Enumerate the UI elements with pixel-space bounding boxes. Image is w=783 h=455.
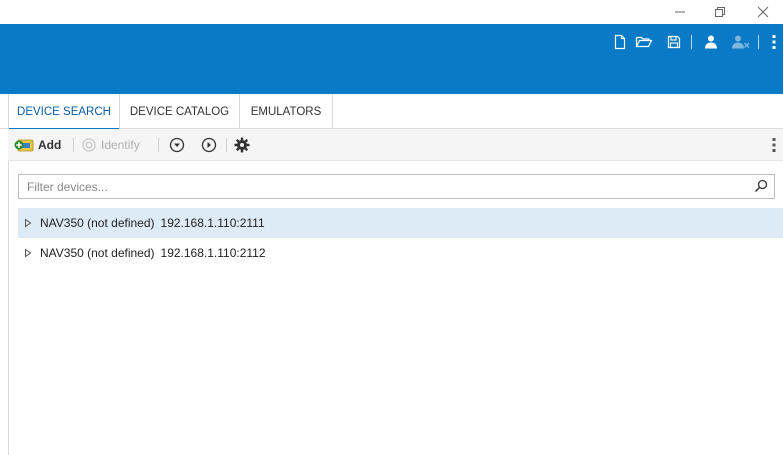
user-remove-icon bbox=[732, 35, 750, 49]
tab-label: DEVICE CATALOG bbox=[129, 105, 230, 118]
header-separator bbox=[691, 35, 692, 49]
device-name: NAV350 (not defined) bbox=[40, 246, 155, 260]
identify-button[interactable]: Identify bbox=[81, 129, 140, 161]
add-device-icon bbox=[14, 139, 34, 152]
play-button[interactable] bbox=[200, 129, 218, 161]
play-circle-icon bbox=[201, 137, 217, 153]
toolbar-separator bbox=[158, 138, 159, 152]
tab-device-catalog[interactable]: DEVICE CATALOG bbox=[120, 94, 240, 129]
toolbar-separator bbox=[73, 138, 74, 152]
identify-button-label: Identify bbox=[101, 138, 140, 152]
filter-devices-input[interactable] bbox=[19, 175, 755, 198]
settings-button[interactable] bbox=[234, 129, 250, 161]
content-border bbox=[8, 161, 9, 455]
save-button[interactable] bbox=[663, 31, 685, 53]
expand-arrow-icon[interactable] bbox=[18, 208, 38, 238]
save-icon bbox=[667, 35, 681, 49]
app-window: DEVICE SEARCH DEVICE CATALOG EMULATORS A… bbox=[0, 0, 783, 455]
tab-emulators[interactable]: EMULATORS bbox=[240, 94, 333, 129]
identify-icon bbox=[82, 138, 96, 152]
title-bar bbox=[0, 0, 783, 24]
tab-bar: DEVICE SEARCH DEVICE CATALOG EMULATORS bbox=[0, 94, 783, 130]
toolbar-separator bbox=[226, 138, 227, 152]
header-separator bbox=[758, 35, 759, 49]
search-icon[interactable] bbox=[753, 178, 769, 194]
new-file-button[interactable] bbox=[609, 31, 631, 53]
add-button[interactable]: Add bbox=[14, 129, 61, 161]
header-toolbar bbox=[607, 30, 779, 54]
minimize-button[interactable] bbox=[660, 0, 700, 24]
device-name: NAV350 (not defined) bbox=[40, 216, 155, 230]
kebab-menu-icon bbox=[772, 35, 776, 49]
minimize-icon bbox=[675, 11, 685, 13]
scan-down-icon bbox=[169, 137, 185, 153]
user-remove-button[interactable] bbox=[730, 31, 752, 53]
restore-icon bbox=[715, 7, 725, 17]
app-header bbox=[0, 24, 783, 94]
device-toolbar: Add Identify bbox=[8, 129, 783, 161]
list-item[interactable]: NAV350 (not defined) 192.168.1.110:2111 bbox=[18, 208, 783, 238]
add-button-label: Add bbox=[38, 138, 62, 152]
filter-box bbox=[18, 174, 775, 199]
gear-icon bbox=[234, 137, 250, 153]
user-button[interactable] bbox=[700, 31, 722, 53]
tab-device-search[interactable]: DEVICE SEARCH bbox=[8, 94, 120, 130]
open-folder-button[interactable] bbox=[633, 31, 655, 53]
expand-arrow-icon[interactable] bbox=[18, 238, 38, 268]
device-address: 192.168.1.110:2111 bbox=[160, 216, 265, 230]
header-menu-button[interactable] bbox=[769, 31, 779, 53]
device-address: 192.168.1.110:2112 bbox=[160, 246, 266, 260]
tab-label: DEVICE SEARCH bbox=[17, 106, 111, 118]
close-icon bbox=[757, 6, 769, 18]
user-icon bbox=[705, 35, 717, 49]
kebab-menu-icon bbox=[772, 138, 776, 152]
toolbar-menu-button[interactable] bbox=[769, 129, 779, 161]
new-file-icon bbox=[614, 34, 626, 50]
device-list: NAV350 (not defined) 192.168.1.110:2111 … bbox=[18, 208, 783, 268]
scan-button[interactable] bbox=[168, 129, 186, 161]
close-button[interactable] bbox=[743, 0, 783, 24]
tab-label: EMULATORS bbox=[250, 105, 322, 118]
restore-button[interactable] bbox=[700, 0, 740, 24]
open-folder-icon bbox=[635, 36, 653, 48]
list-item[interactable]: NAV350 (not defined) 192.168.1.110:2112 bbox=[18, 238, 783, 268]
